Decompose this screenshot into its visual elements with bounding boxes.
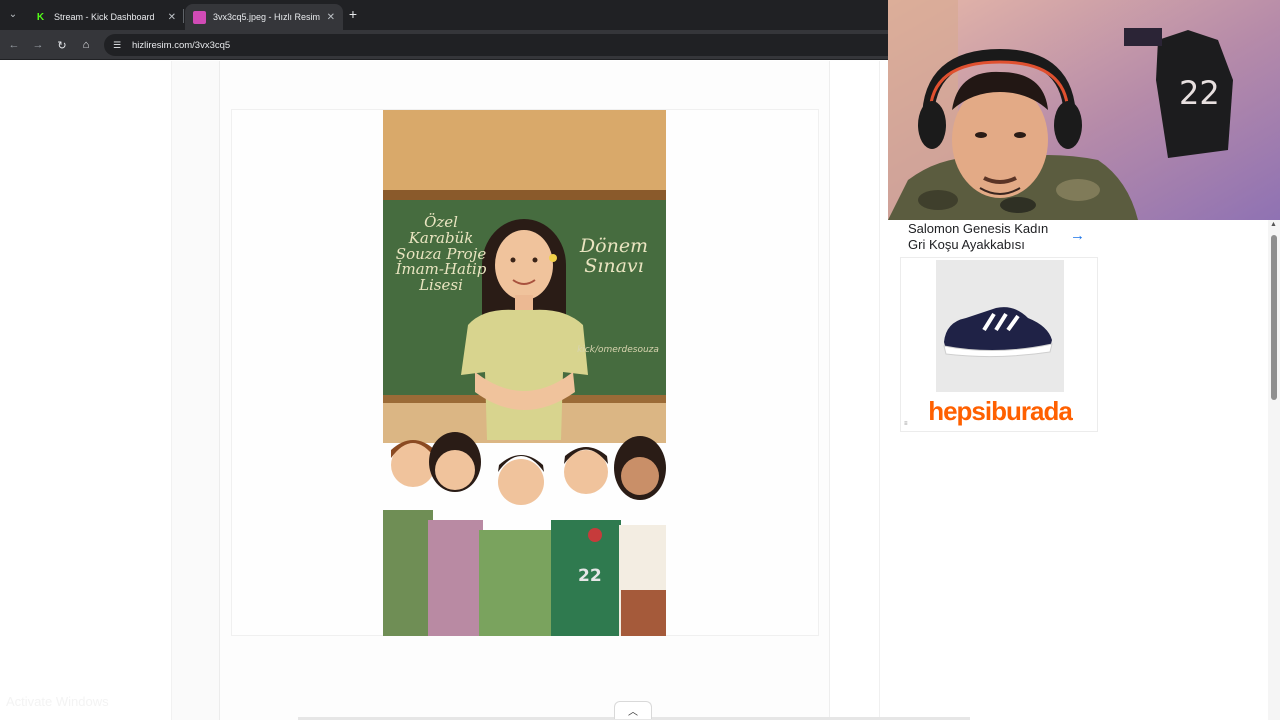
scrollbar-thumb[interactable] (1271, 235, 1277, 400)
new-tab-plus-icon[interactable]: + (345, 6, 361, 22)
address-bar[interactable]: ☰ hizliresim.com/3vx3cq5 (104, 34, 904, 56)
tab-hizli-resim[interactable]: 3vx3cq5.jpeg - Hızlı Resim ✕ (185, 4, 343, 30)
scroll-up-icon[interactable]: ▲ (1270, 221, 1277, 228)
page-scrollbar[interactable]: ▲ (1268, 219, 1280, 720)
tab-search-icon[interactable]: ⌄ (4, 5, 22, 23)
windows-watermark: Activate Windows (6, 694, 109, 709)
shoe-icon (936, 260, 1064, 392)
poster-exam-title: Dönem Sınavı (569, 235, 659, 277)
poster-handle: kick/omerdesouza (577, 345, 659, 355)
streamer-webcam-image: 22 (888, 0, 1280, 220)
ad-choices-icon[interactable]: ≡ (904, 421, 908, 427)
ad-product-title[interactable]: Salomon Genesis Kadın Gri Koşu Ayakkabıs… (908, 221, 1068, 253)
tab-separator (183, 9, 184, 23)
home-icon[interactable]: ⌂ (78, 37, 94, 53)
poster-line: Lisesi (419, 276, 463, 294)
chevron-up-icon[interactable]: ︿ (614, 701, 652, 719)
back-arrow-icon[interactable]: ← (6, 37, 22, 53)
ad-banner[interactable]: hepsiburada ≡ (900, 257, 1098, 432)
ad-brand-logo: hepsiburada (928, 396, 1073, 426)
close-tab-icon[interactable]: ✕ (168, 12, 176, 23)
arrow-right-icon[interactable]: → (1070, 227, 1085, 244)
tab-title: Stream - Kick Dashboard (54, 12, 155, 22)
hizliresim-favicon-icon (193, 10, 206, 24)
webcam-overlay: 22 (888, 0, 1280, 220)
poster-school-name: Özel Karabük Souza Proje İmam-Hatip Lise… (391, 214, 491, 294)
url-text: hizliresim.com/3vx3cq5 (132, 39, 231, 51)
poster-line: Dönem (579, 235, 649, 257)
tab-title: 3vx3cq5.jpeg - Hızlı Resim (213, 12, 320, 22)
tab-kick-dashboard[interactable]: K Stream - Kick Dashboard ✕ (26, 4, 184, 30)
svg-text:22: 22 (1179, 74, 1220, 112)
poster-illustration (383, 110, 666, 636)
ad-product-image[interactable] (936, 260, 1064, 392)
left-rail (171, 61, 220, 720)
poster-line: Sınavı (584, 254, 644, 277)
site-info-icon[interactable]: ☰ (110, 38, 124, 52)
jersey-number: 22 (578, 566, 602, 586)
forward-arrow-icon[interactable]: → (30, 37, 46, 53)
reload-icon[interactable]: ↻ (54, 37, 70, 53)
right-rail (830, 61, 880, 720)
kick-favicon-icon: K (36, 11, 45, 23)
close-tab-icon[interactable]: ✕ (327, 12, 335, 23)
uploaded-image[interactable]: Özel Karabük Souza Proje İmam-Hatip Lise… (383, 110, 666, 636)
